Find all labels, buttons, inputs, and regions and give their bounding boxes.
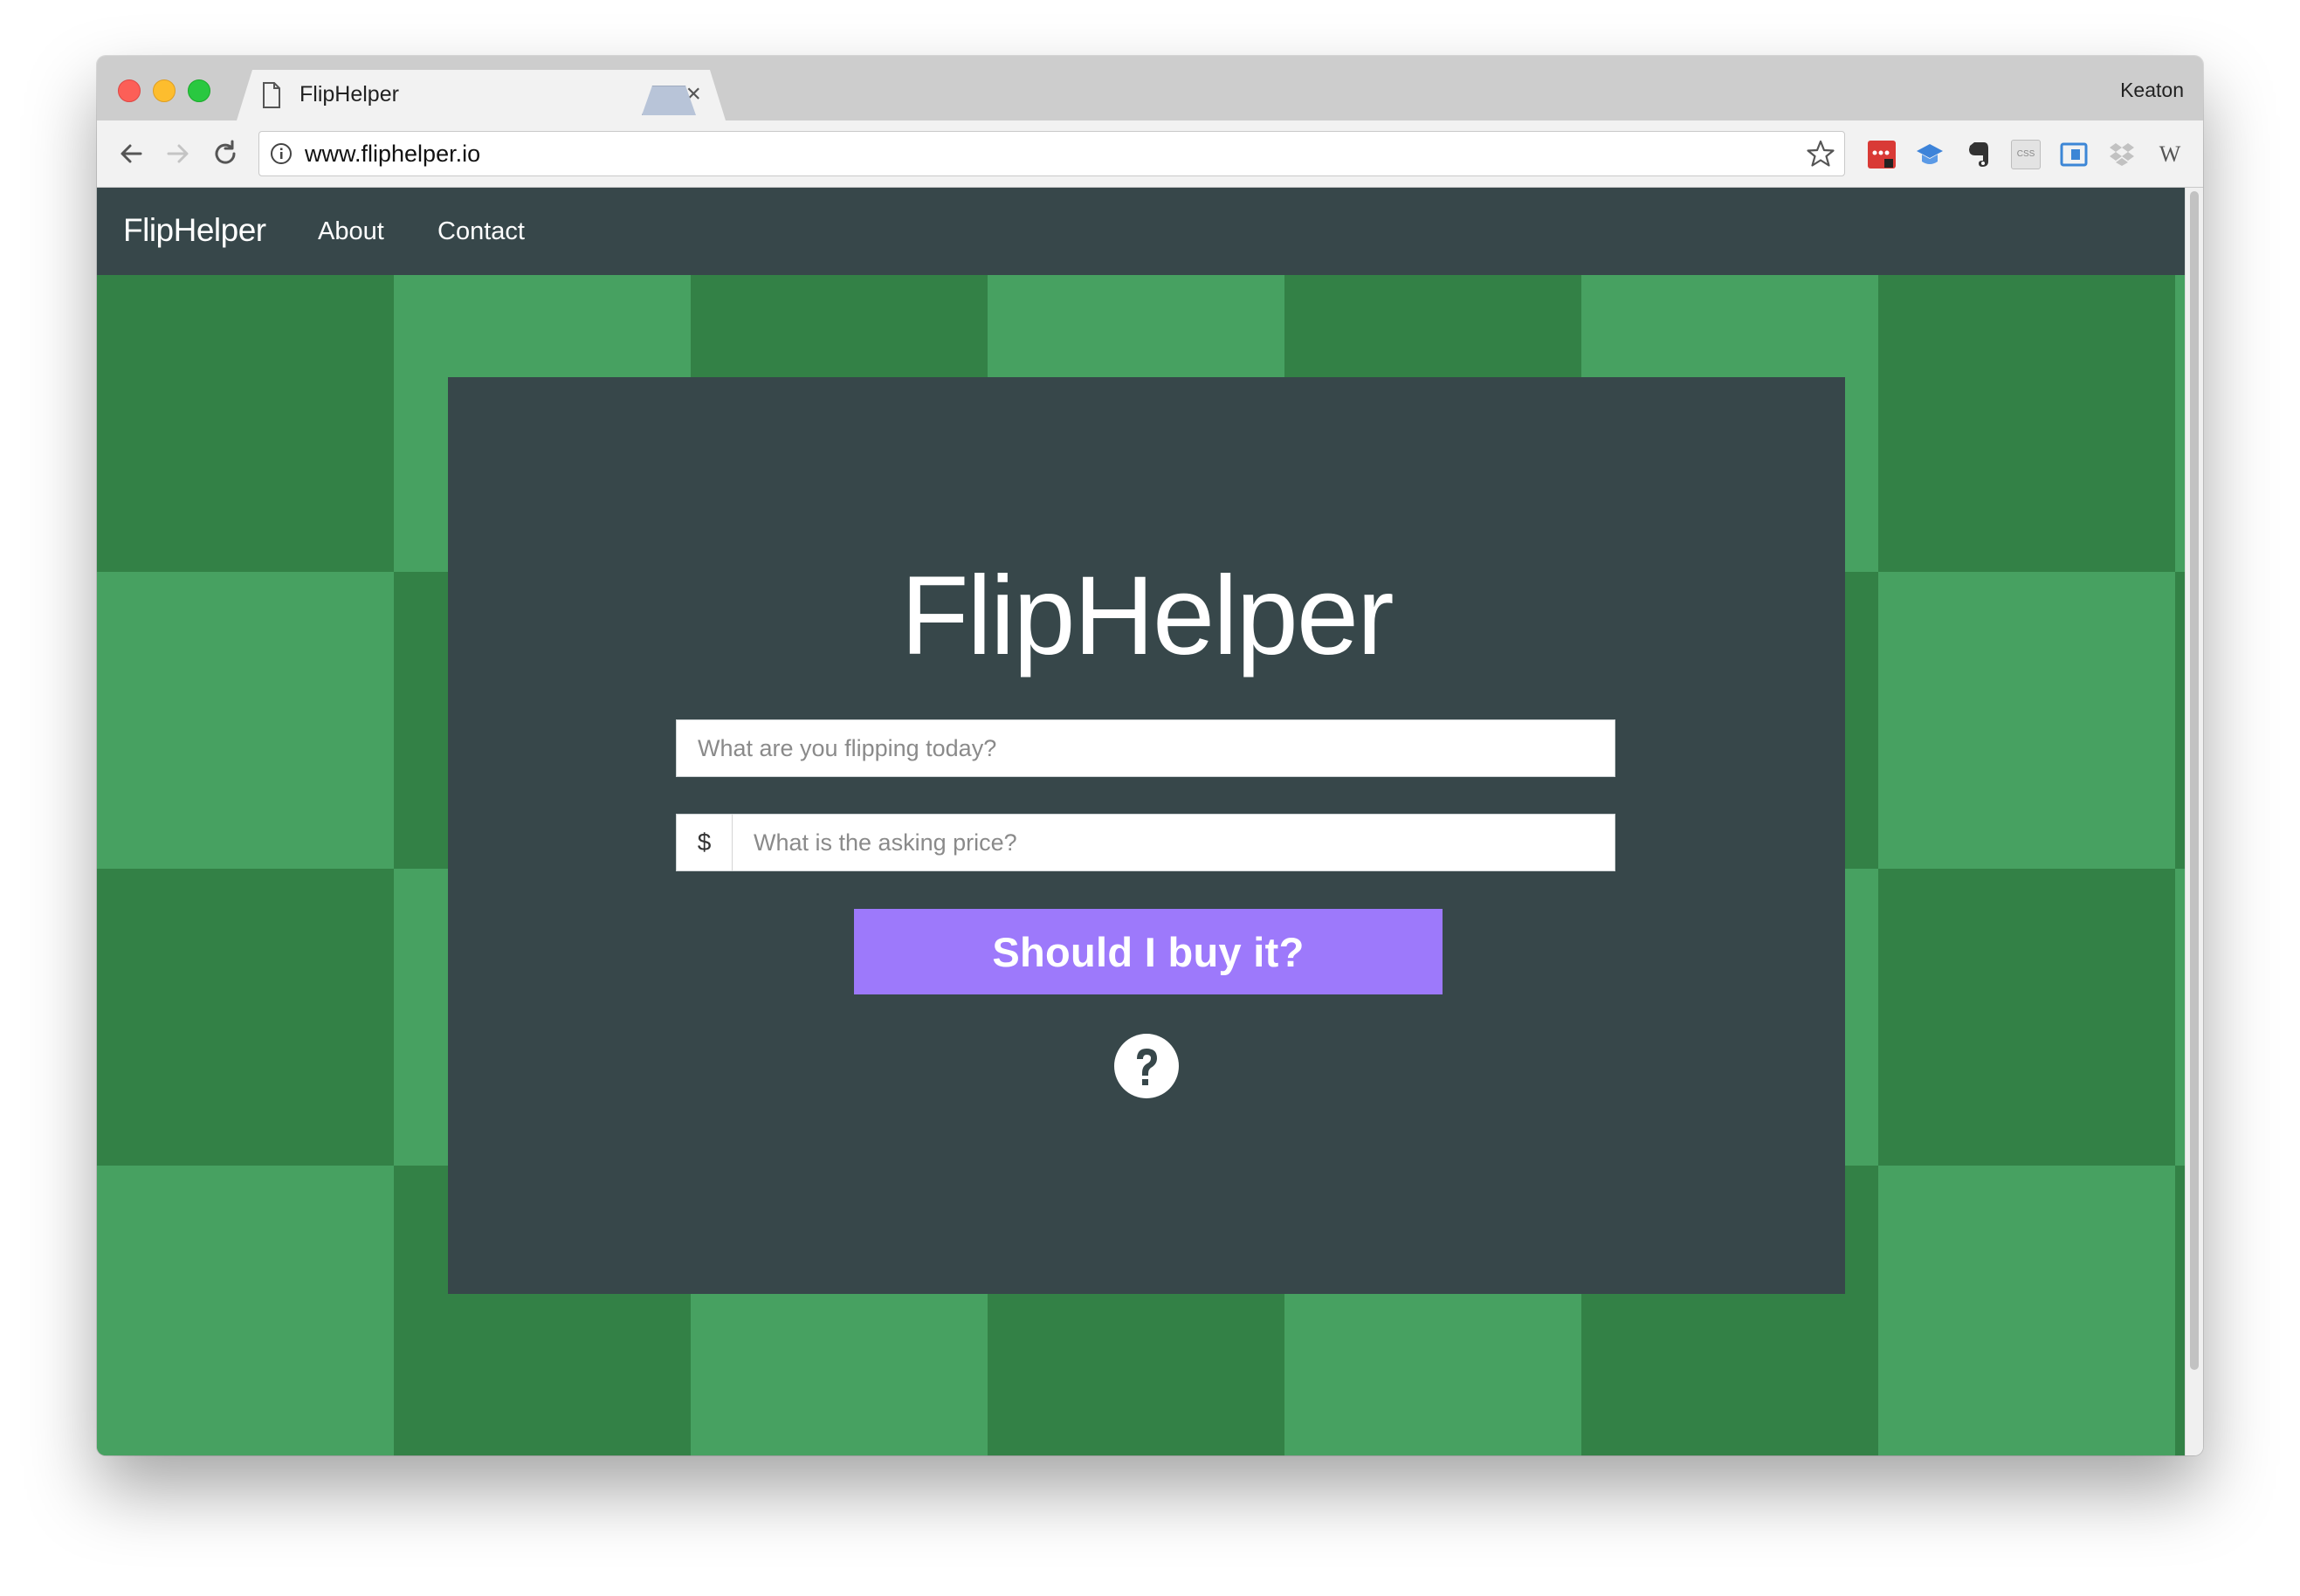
back-arrow-icon[interactable] [114,136,149,171]
profile-name[interactable]: Keaton [2120,79,2184,102]
nav-link-contact[interactable]: Contact [437,217,525,246]
url-text: www.fliphelper.io [305,141,481,167]
tab-strip: FlipHelper × Keaton [97,56,2203,120]
address-bar[interactable]: www.fliphelper.io [258,131,1845,176]
todoist-icon[interactable] [1867,140,1897,169]
currency-addon: $ [677,815,733,870]
brand-link[interactable]: FlipHelper [123,212,266,249]
graduation-cap-icon[interactable] [1915,140,1945,169]
search-card: FlipHelper $ Should I buy it? [448,377,1845,1294]
nav-link-about[interactable]: About [318,217,384,246]
hero-title: FlipHelper [900,554,1394,678]
wikipedia-icon[interactable]: W [2155,140,2185,169]
close-window-button[interactable] [118,79,141,102]
bookmark-star-icon[interactable] [1806,139,1835,169]
tab-title: FlipHelper [300,82,399,107]
item-search-input[interactable] [676,719,1615,777]
wikipedia-extension-label: W [2159,141,2181,167]
minimize-window-button[interactable] [153,79,176,102]
page-viewport: FlipHelper About Contact FlipHelper $ Sh… [97,188,2203,1455]
dropbox-icon[interactable] [2107,140,2137,169]
browser-toolbar: www.fliphelper.io CSS W [97,120,2203,188]
web-developer-icon[interactable] [2059,140,2089,169]
evernote-icon[interactable] [1963,140,1993,169]
site-navbar: FlipHelper About Contact [97,188,2186,275]
browser-window: FlipHelper × Keaton www.fliphelper.io CS… [97,56,2203,1455]
asking-price-input[interactable] [733,815,1615,870]
help-question-icon[interactable] [1113,1033,1180,1099]
page-scrollbar[interactable] [2185,188,2203,1455]
reload-icon[interactable] [208,136,243,171]
css-icon[interactable]: CSS [2011,140,2041,169]
info-icon[interactable] [270,142,293,165]
should-i-buy-button[interactable]: Should I buy it? [854,909,1443,994]
scrollbar-thumb[interactable] [2190,191,2199,1370]
hero-pattern-background: FlipHelper $ Should I buy it? [97,275,2186,1455]
css-extension-label: CSS [2016,149,2035,159]
forward-arrow-icon[interactable] [160,136,195,171]
price-input-group: $ [676,814,1615,871]
maximize-window-button[interactable] [188,79,210,102]
page-icon [263,82,280,108]
